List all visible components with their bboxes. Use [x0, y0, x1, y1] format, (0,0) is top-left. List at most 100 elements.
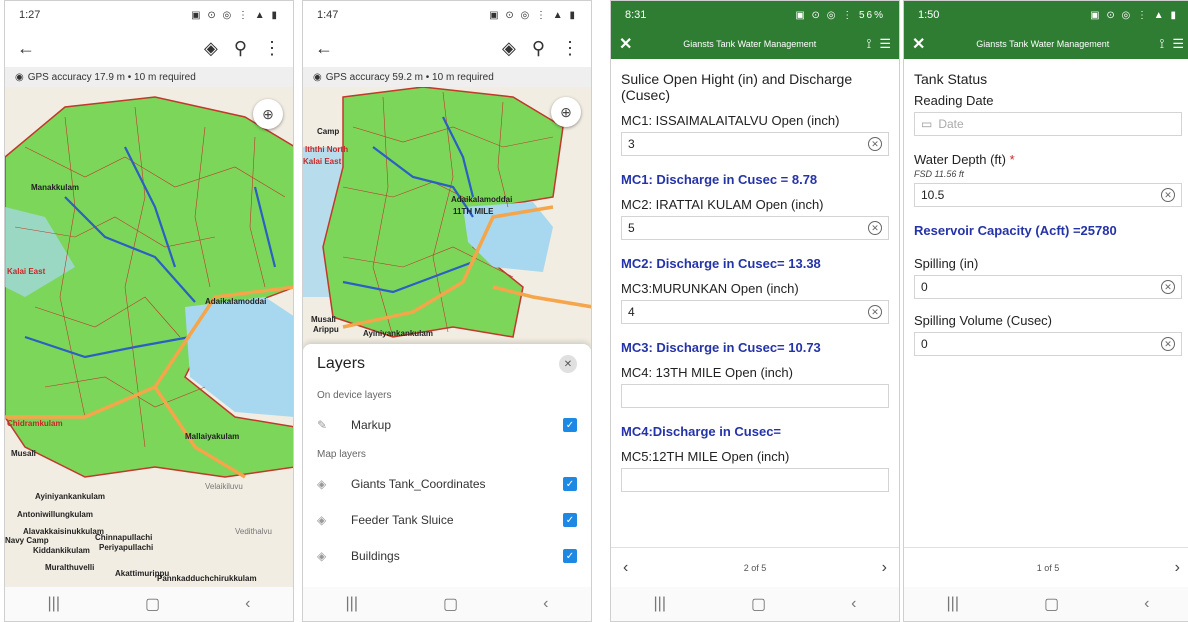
status-bar: 8:31 ▣ ⊙ ◎ ⋮ 56%: [611, 1, 899, 29]
layers-sheet-header: Layers ✕: [303, 344, 591, 384]
status-icons: ▣ ⊙ ◎ ⋮ ▲ ▮: [489, 9, 577, 21]
question-label: MC4: 13TH MILE Open (inch): [621, 365, 793, 380]
calculated-text: MC2: Discharge in Cusec= 13.38: [621, 256, 821, 271]
field-value: 3: [628, 137, 635, 151]
gps-signal-icon[interactable]: ⟟: [1160, 36, 1165, 52]
layer-name: Markup: [351, 418, 392, 432]
app-bar: ✕ Giansts Tank Water Management ⟟ ☰: [611, 29, 899, 59]
clear-icon[interactable]: ✕: [868, 137, 882, 151]
menu-icon[interactable]: ☰: [1172, 36, 1184, 52]
mc1-input[interactable]: 3 ✕: [621, 132, 889, 156]
layer-checkbox[interactable]: ✓: [563, 477, 577, 491]
map-label: Chinnapullachi: [95, 533, 153, 542]
map-toolbar: ← ◈ ⚲ ⋮: [303, 29, 591, 67]
system-nav-bar: ||| ▢ ‹: [611, 587, 899, 621]
recents-icon[interactable]: |||: [48, 595, 60, 613]
back-nav-icon[interactable]: ‹: [543, 595, 548, 613]
gps-signal-icon[interactable]: ⟟: [867, 36, 872, 52]
layer-checkbox[interactable]: ✓: [563, 513, 577, 527]
clear-icon[interactable]: ✕: [1161, 337, 1175, 351]
mc5-input[interactable]: [621, 468, 889, 492]
layer-row-buildings[interactable]: ◈ Buildings ✓: [303, 538, 591, 574]
recents-icon[interactable]: |||: [654, 595, 666, 613]
gps-icon: ◉: [313, 71, 322, 83]
recents-icon[interactable]: |||: [947, 595, 959, 613]
page-navigator: ‹ 2 of 5 ›: [611, 547, 899, 587]
mc4-input[interactable]: [621, 384, 889, 408]
home-icon[interactable]: ▢: [443, 594, 458, 614]
map-view[interactable]: ⊕ Camp Iththi North Kalai East Adaikalam…: [303, 87, 591, 349]
question-label: MC2: IRATTAI KULAM Open (inch): [621, 197, 824, 212]
markup-icon: ✎: [317, 418, 328, 432]
next-page-icon[interactable]: ›: [1175, 559, 1180, 577]
locate-icon[interactable]: ⊕: [253, 99, 283, 129]
app-bar: ✕ Giansts Tank Water Management ⟟ ☰: [904, 29, 1188, 59]
calculated-text: MC1: Discharge in Cusec = 8.78: [621, 172, 818, 187]
map-label: Kalai East: [303, 157, 342, 166]
status-time: 8:31: [625, 9, 647, 21]
mc2-input[interactable]: 5 ✕: [621, 216, 889, 240]
field-placeholder: Date: [938, 117, 964, 131]
back-arrow-icon[interactable]: ←: [17, 38, 35, 59]
layer-row-feeder-tank[interactable]: ◈ Feeder Tank Sluice ✓: [303, 502, 591, 538]
map-label: Manakkulam: [31, 183, 80, 192]
map-label: Ayiniyankankulam: [35, 492, 105, 501]
close-icon[interactable]: ✕: [619, 34, 641, 54]
layer-name: Feeder Tank Sluice: [351, 513, 454, 527]
map-label: Adaikalamoddai: [451, 195, 513, 204]
system-nav-bar: ||| ▢ ‹: [5, 587, 293, 621]
status-bar: 1:27 ▣ ⊙ ◎ ⋮ ▲ ▮: [5, 1, 293, 29]
water-depth-input[interactable]: 10.5 ✕: [914, 183, 1182, 207]
clear-icon[interactable]: ✕: [868, 221, 882, 235]
home-icon[interactable]: ▢: [1044, 594, 1059, 614]
calculated-text: MC3: Discharge in Cusec= 10.73: [621, 340, 821, 355]
locate-icon[interactable]: ⊕: [551, 97, 581, 127]
spilling-input[interactable]: 0 ✕: [914, 275, 1182, 299]
spilling-volume-input[interactable]: 0 ✕: [914, 332, 1182, 356]
layer-name: Buildings: [351, 549, 400, 563]
menu-icon[interactable]: ☰: [879, 36, 891, 52]
more-options-icon[interactable]: ⋮: [561, 38, 579, 59]
clear-icon[interactable]: ✕: [868, 305, 882, 319]
search-icon[interactable]: ⚲: [234, 38, 247, 59]
back-nav-icon[interactable]: ‹: [245, 595, 250, 613]
question-label: Spilling (in): [914, 256, 979, 271]
clear-icon[interactable]: ✕: [1161, 188, 1175, 202]
close-icon[interactable]: ✕: [912, 34, 934, 54]
layers-icon[interactable]: ◈: [204, 38, 218, 59]
reading-date-input[interactable]: ▭ Date: [914, 112, 1182, 136]
back-nav-icon[interactable]: ‹: [851, 595, 856, 613]
map-view[interactable]: ⊕ Kalai East Manakkulam Adaikalamoddai M…: [5, 87, 293, 587]
next-page-icon[interactable]: ›: [882, 559, 887, 577]
back-arrow-icon[interactable]: ←: [315, 38, 333, 59]
status-time: 1:47: [317, 9, 339, 21]
map-label: Iththi North: [305, 145, 349, 154]
layer-row-markup[interactable]: ✎ Markup ✓: [303, 407, 591, 443]
recents-icon[interactable]: |||: [346, 595, 358, 613]
mc3-input[interactable]: 4 ✕: [621, 300, 889, 324]
gps-accuracy-text: GPS accuracy 17.9 m • 10 m required: [27, 71, 196, 83]
map-label: Musali: [11, 449, 36, 458]
clear-icon[interactable]: ✕: [1161, 280, 1175, 294]
section-on-device: On device layers: [317, 390, 392, 401]
map-label: Musali: [311, 315, 336, 324]
close-icon[interactable]: ✕: [559, 355, 577, 373]
page-indicator: 2 of 5: [743, 562, 767, 573]
layer-icon: ◈: [317, 513, 327, 527]
search-icon[interactable]: ⚲: [532, 38, 545, 59]
home-icon[interactable]: ▢: [751, 594, 766, 614]
back-nav-icon[interactable]: ‹: [1144, 595, 1149, 613]
layer-checkbox[interactable]: ✓: [563, 418, 577, 432]
field-value: 0: [921, 337, 928, 351]
phone-screen-sluice-form: 8:31 ▣ ⊙ ◎ ⋮ 56% ✕ Giansts Tank Water Ma…: [610, 0, 900, 622]
layer-checkbox[interactable]: ✓: [563, 549, 577, 563]
app-title: Giansts Tank Water Management: [976, 39, 1110, 49]
map-label: Camp: [317, 127, 340, 136]
layer-row-giants-tank[interactable]: ◈ Giants Tank_Coordinates ✓: [303, 466, 591, 502]
more-options-icon[interactable]: ⋮: [263, 38, 281, 59]
map-label: Muralthuvelli: [45, 563, 95, 572]
layers-icon[interactable]: ◈: [502, 38, 516, 59]
map-label: Antoniwillungkulam: [17, 510, 93, 519]
gps-accuracy-bar: ◉ GPS accuracy 59.2 m • 10 m required: [303, 67, 591, 87]
home-icon[interactable]: ▢: [145, 594, 160, 614]
